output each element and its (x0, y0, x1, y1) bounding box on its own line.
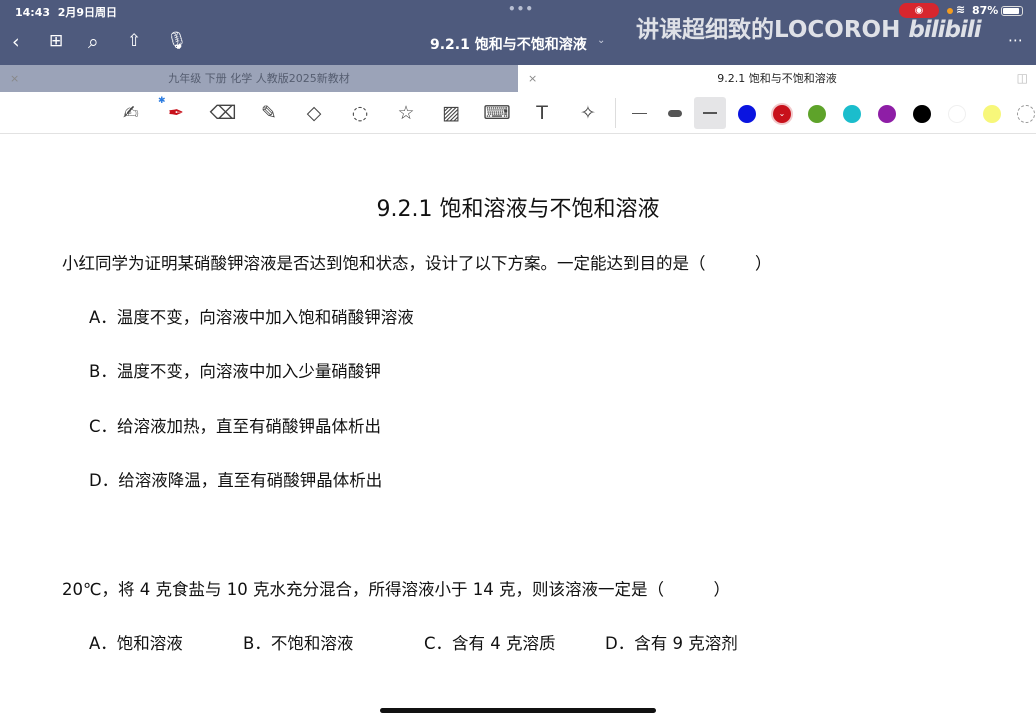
page-title: 9.2.1 饱和溶液与不饱和溶液 (376, 197, 660, 222)
q1-option-c: C．给溶液加热，直至有硝酸钾晶体析出 (89, 417, 382, 436)
eraser-icon[interactable]: ⌫ (210, 100, 237, 126)
grid-icon[interactable]: ⊞ (49, 31, 63, 51)
q2-option-b: B．不饱和溶液 (243, 634, 354, 653)
divider (615, 98, 616, 128)
share-icon[interactable]: ⇧ (127, 31, 141, 51)
lasso-icon[interactable]: ◌ (347, 100, 373, 126)
color-yellow[interactable] (983, 105, 1001, 123)
shapes-icon[interactable]: ◇ (301, 100, 327, 126)
keyboard-icon[interactable]: ⌨ (483, 100, 510, 126)
custom-color-icon[interactable] (1017, 105, 1035, 123)
pen-tool-icon[interactable]: ✒ (163, 100, 189, 126)
q1-option-b: B．温度不变，向溶液中加入少量硝酸钾 (89, 362, 381, 381)
q2-option-a: A．饱和溶液 (89, 634, 183, 653)
sticker-icon[interactable]: ☆ (393, 100, 419, 126)
back-icon[interactable]: ‹ (12, 31, 20, 53)
color-purple[interactable] (878, 105, 896, 123)
question-1: 小红同学为证明某硝酸钾溶液是否达到饱和状态，设计了以下方案。一定能达到目的是（ … (62, 254, 772, 273)
color-white[interactable] (948, 105, 966, 123)
document-title[interactable]: 9.2.1 饱和与不饱和溶液 (430, 34, 587, 54)
image-icon[interactable]: ▨ (438, 100, 464, 126)
multitask-dots[interactable]: ••• (508, 2, 534, 16)
q2-option-c: C．含有 4 克溶质 (424, 634, 556, 653)
tab-current-doc[interactable]: × 9.2.1 饱和与不饱和溶液 ◫ (518, 65, 1036, 92)
more-icon[interactable]: ⋯ (1008, 31, 1023, 49)
color-black[interactable] (913, 105, 931, 123)
stroke-medium-selected[interactable] (694, 97, 726, 129)
q1-option-d: D．给溶液降温，直至有硝酸钾晶体析出 (89, 471, 383, 490)
tab-bar: × 九年级 下册 化学 人教版2025新教材 × 9.2.1 饱和与不饱和溶液 ◫ (0, 65, 1036, 92)
close-tab-icon[interactable]: × (10, 65, 19, 92)
chevron-down-icon[interactable]: ⌄ (597, 35, 605, 46)
color-cyan[interactable] (843, 105, 861, 123)
color-green[interactable] (808, 105, 826, 123)
close-tab-icon[interactable]: × (528, 65, 537, 92)
microphone-icon[interactable]: 🎙︎ (166, 31, 188, 51)
battery-icon (1001, 6, 1023, 16)
laser-pointer-icon[interactable]: ✧ (575, 100, 601, 126)
status-time: 14:43 2月9日周日 (15, 6, 117, 19)
annotation-toolbar: ✍ ✱ ✒ ⌫ ✎ ◇ ◌ ☆ ▨ ⌨ T ✧ ⌄ (0, 92, 1036, 134)
watermark: 讲课超细致的LOCOROH bilibili (636, 17, 982, 43)
stroke-thick[interactable] (668, 110, 682, 117)
question-2: 20℃，将 4 克食盐与 10 克水充分混合，所得溶液小于 14 克，则该溶液一… (62, 580, 730, 599)
q1-option-a: A．温度不变，向溶液中加入饱和硝酸钾溶液 (89, 308, 414, 327)
search-icon[interactable]: ⌕ (88, 31, 99, 53)
home-indicator[interactable] (380, 708, 656, 713)
stroke-thin[interactable] (632, 113, 647, 114)
q2-option-d: D．含有 9 克溶剂 (605, 634, 738, 653)
zoom-writing-icon[interactable]: ✍ (118, 100, 144, 126)
color-red-selected[interactable]: ⌄ (773, 105, 791, 123)
highlighter-icon[interactable]: ✎ (256, 100, 282, 126)
tab-textbook[interactable]: × 九年级 下册 化学 人教版2025新教材 (0, 65, 518, 92)
color-blue[interactable] (738, 105, 756, 123)
split-view-icon[interactable]: ◫ (1017, 65, 1028, 92)
document-page: 9.2.1 饱和溶液与不饱和溶液 小红同学为证明某硝酸钾溶液是否达到饱和状态，设… (0, 134, 1036, 720)
text-box-icon[interactable]: T (529, 100, 555, 126)
